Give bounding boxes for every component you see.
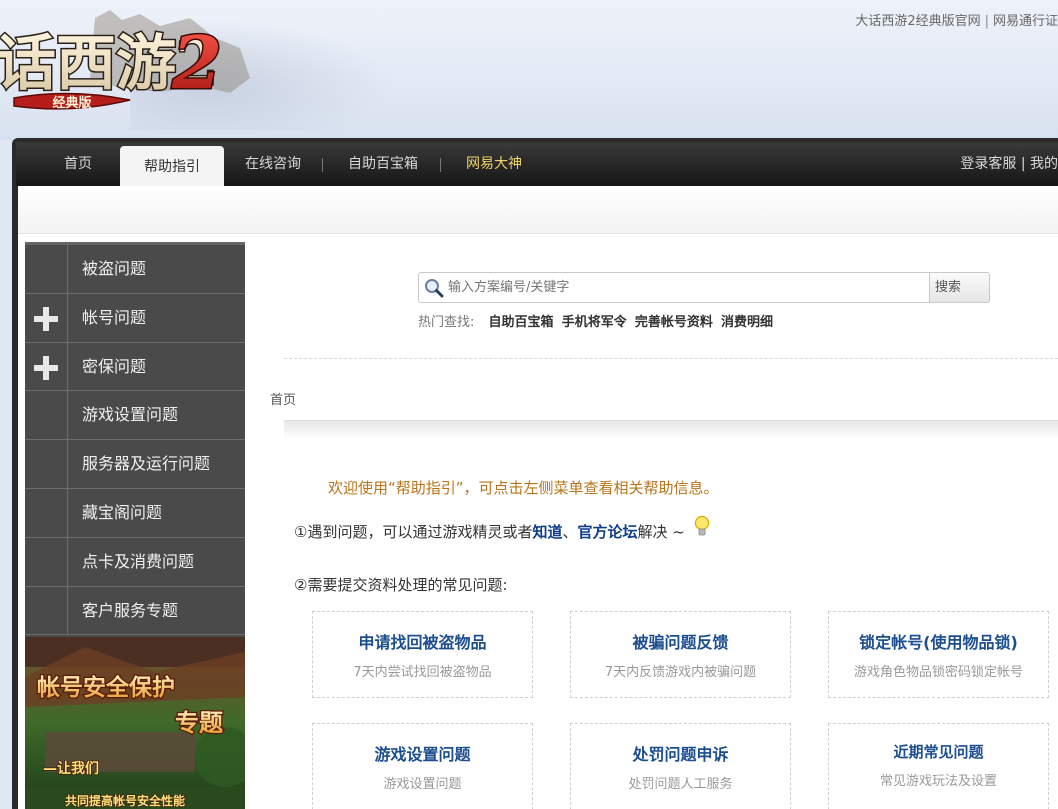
nav-netease-dashen[interactable]: 网易大神 bbox=[466, 142, 522, 186]
card-penalty-appeal[interactable]: 处罚问题申诉 处罚问题人工服务 bbox=[570, 723, 791, 809]
top-banner: 话西游2 2 经典版 大话西游2经典版官网 | 网易通行证 bbox=[0, 0, 1058, 140]
sidebar-item-label: 帐号问题 bbox=[82, 307, 147, 327]
sidebar-item-points-billing[interactable]: 点卡及消费问题 bbox=[25, 537, 245, 587]
card-recent-faq[interactable]: 近期常见问题 常见游戏玩法及设置 bbox=[828, 723, 1049, 809]
card-description: 常见游戏玩法及设置 bbox=[879, 774, 997, 789]
card-description: 游戏设置问题 bbox=[383, 777, 462, 792]
help-line-1-suffix: 解决 ~ bbox=[637, 523, 685, 541]
official-site-link[interactable]: 大话西游2经典版官网 bbox=[855, 14, 980, 29]
card-title: 被骗问题反馈 bbox=[632, 633, 729, 652]
card-title: 锁定帐号(使用物品锁) bbox=[859, 633, 1018, 652]
card-scam-feedback[interactable]: 被骗问题反馈 7天内反馈游戏内被骗问题 bbox=[570, 611, 791, 698]
official-forum-link[interactable]: 官方论坛 bbox=[577, 523, 637, 541]
card-lock-account[interactable]: 锁定帐号(使用物品锁) 游戏角色物品锁密码锁定帐号 bbox=[828, 611, 1049, 698]
hot-link-complete-account[interactable]: 完善帐号资料 bbox=[635, 315, 713, 330]
sidebar-icon-cell bbox=[25, 488, 68, 537]
sidebar-icon-cell bbox=[25, 293, 68, 342]
sidebar-icon-cell bbox=[25, 440, 68, 488]
nav-online-consult[interactable]: 在线咨询 bbox=[245, 142, 301, 186]
link-separator: | bbox=[984, 14, 989, 29]
svg-text:帐号安全保护: 帐号安全保护 bbox=[37, 674, 175, 701]
passport-link[interactable]: 网易通行证 bbox=[993, 14, 1058, 29]
card-description: 7天内反馈游戏内被骗问题 bbox=[604, 665, 757, 680]
card-title: 处罚问题申诉 bbox=[632, 745, 729, 764]
sidebar-icon-cell bbox=[25, 537, 68, 586]
divider bbox=[284, 358, 1058, 359]
sidebar-item-server[interactable]: 服务器及运行问题 bbox=[25, 440, 245, 489]
nav-separator bbox=[440, 158, 441, 172]
sidebar-icon-cell bbox=[25, 342, 68, 391]
game-logo[interactable]: 话西游2 2 经典版 bbox=[0, 8, 260, 120]
help-line-2: ②需要提交资料处理的常见问题: bbox=[294, 576, 508, 594]
nav-login-service[interactable]: 登录客服 | 我的 bbox=[960, 142, 1058, 186]
sidebar-item-label: 服务器及运行问题 bbox=[82, 454, 211, 474]
breadcrumb-home[interactable]: 首页 bbox=[270, 389, 296, 408]
welcome-message: 欢迎使用“帮助指引”，可点击左侧菜单查看相关帮助信息。 bbox=[328, 479, 719, 497]
card-title: 近期常见问题 bbox=[893, 743, 984, 761]
svg-text:经典版: 经典版 bbox=[52, 95, 91, 111]
sidebar-icon-cell bbox=[25, 245, 68, 293]
svg-text:专题: 专题 bbox=[175, 709, 223, 737]
card-title: 游戏设置问题 bbox=[374, 745, 471, 764]
nav-help-guide[interactable]: 帮助指引 bbox=[120, 146, 224, 186]
card-description: 游戏角色物品锁密码锁定帐号 bbox=[853, 665, 1023, 680]
hot-link-spending-details[interactable]: 消费明细 bbox=[721, 315, 773, 330]
account-security-promo-banner[interactable]: 帐号安全保护 专题 —让我们 共同提高帐号安全性能 bbox=[25, 637, 245, 809]
sidebar-item-label: 游戏设置问题 bbox=[82, 405, 179, 425]
search-input[interactable] bbox=[418, 272, 930, 303]
nav-self-service[interactable]: 自助百宝箱 bbox=[348, 142, 418, 186]
hot-searches-label: 热门查找: bbox=[418, 315, 475, 330]
svg-text:2: 2 bbox=[171, 20, 222, 105]
sidebar-menu: 被盗问题 帐号问题 密保问题 游戏设置问题 服务器及运行问题 藏宝阁问题 点卡及… bbox=[25, 242, 245, 637]
top-links: 大话西游2经典版官网 | 网易通行证 bbox=[855, 10, 1058, 29]
nav-separator bbox=[322, 158, 323, 172]
card-description: 处罚问题人工服务 bbox=[628, 777, 733, 792]
sidebar-item-treasure-pavilion[interactable]: 藏宝阁问题 bbox=[25, 488, 245, 538]
expand-plus-icon[interactable] bbox=[34, 355, 58, 380]
help-line-1: ①遇到问题，可以通过游戏精灵或者知道、官方论坛解决 ~ bbox=[294, 515, 710, 542]
search-bar: 搜索 bbox=[418, 272, 990, 303]
sidebar-item-account[interactable]: 帐号问题 bbox=[25, 293, 245, 343]
search-icon bbox=[425, 279, 444, 298]
sidebar-item-security[interactable]: 密保问题 bbox=[25, 342, 245, 392]
sidebar-item-label: 点卡及消费问题 bbox=[82, 551, 195, 571]
card-title: 申请找回被盗物品 bbox=[358, 633, 487, 652]
main-nav: 首页 帮助指引 在线咨询 自助百宝箱 网易大神 登录客服 | 我的 bbox=[16, 142, 1058, 186]
card-description: 7天内尝试找回被盗物品 bbox=[353, 665, 492, 680]
card-game-settings[interactable]: 游戏设置问题 游戏设置问题 bbox=[312, 723, 533, 809]
breadcrumb-divider bbox=[284, 420, 1058, 440]
zhidao-link[interactable]: 知道 bbox=[532, 523, 562, 541]
sidebar-item-game-settings[interactable]: 游戏设置问题 bbox=[25, 391, 245, 441]
sidebar-item-label: 藏宝阁问题 bbox=[82, 502, 163, 522]
hot-searches: 热门查找: 自助百宝箱 手机将军令 完善帐号资料 消费明细 bbox=[418, 311, 777, 330]
svg-text:共同提高帐号安全性能: 共同提高帐号安全性能 bbox=[65, 793, 185, 808]
sidebar-item-label: 被盗问题 bbox=[82, 259, 147, 278]
expand-plus-icon[interactable] bbox=[34, 306, 58, 331]
sidebar-item-label: 客户服务专题 bbox=[82, 600, 179, 620]
search-button[interactable]: 搜索 bbox=[929, 272, 990, 303]
sidebar-icon-cell bbox=[25, 586, 68, 635]
lightbulb-icon bbox=[694, 515, 709, 536]
sidebar-item-label: 密保问题 bbox=[82, 356, 147, 376]
svg-text:—让我们: —让我们 bbox=[43, 760, 99, 777]
help-line-1-separator: 、 bbox=[562, 523, 578, 541]
sidebar-item-stolen[interactable]: 被盗问题 bbox=[25, 245, 245, 294]
sidebar-item-customer-service[interactable]: 客户服务专题 bbox=[25, 586, 245, 636]
card-recover-stolen-items[interactable]: 申请找回被盗物品 7天内尝试找回被盗物品 bbox=[312, 611, 533, 698]
nav-home[interactable]: 首页 bbox=[64, 142, 92, 186]
sidebar-icon-cell bbox=[25, 391, 68, 440]
hot-link-self-service[interactable]: 自助百宝箱 bbox=[489, 315, 554, 330]
sub-header-bar bbox=[18, 186, 1058, 234]
hot-link-mobile-token[interactable]: 手机将军令 bbox=[562, 315, 627, 330]
help-line-1-prefix: ①遇到问题，可以通过游戏精灵或者 bbox=[294, 523, 533, 541]
